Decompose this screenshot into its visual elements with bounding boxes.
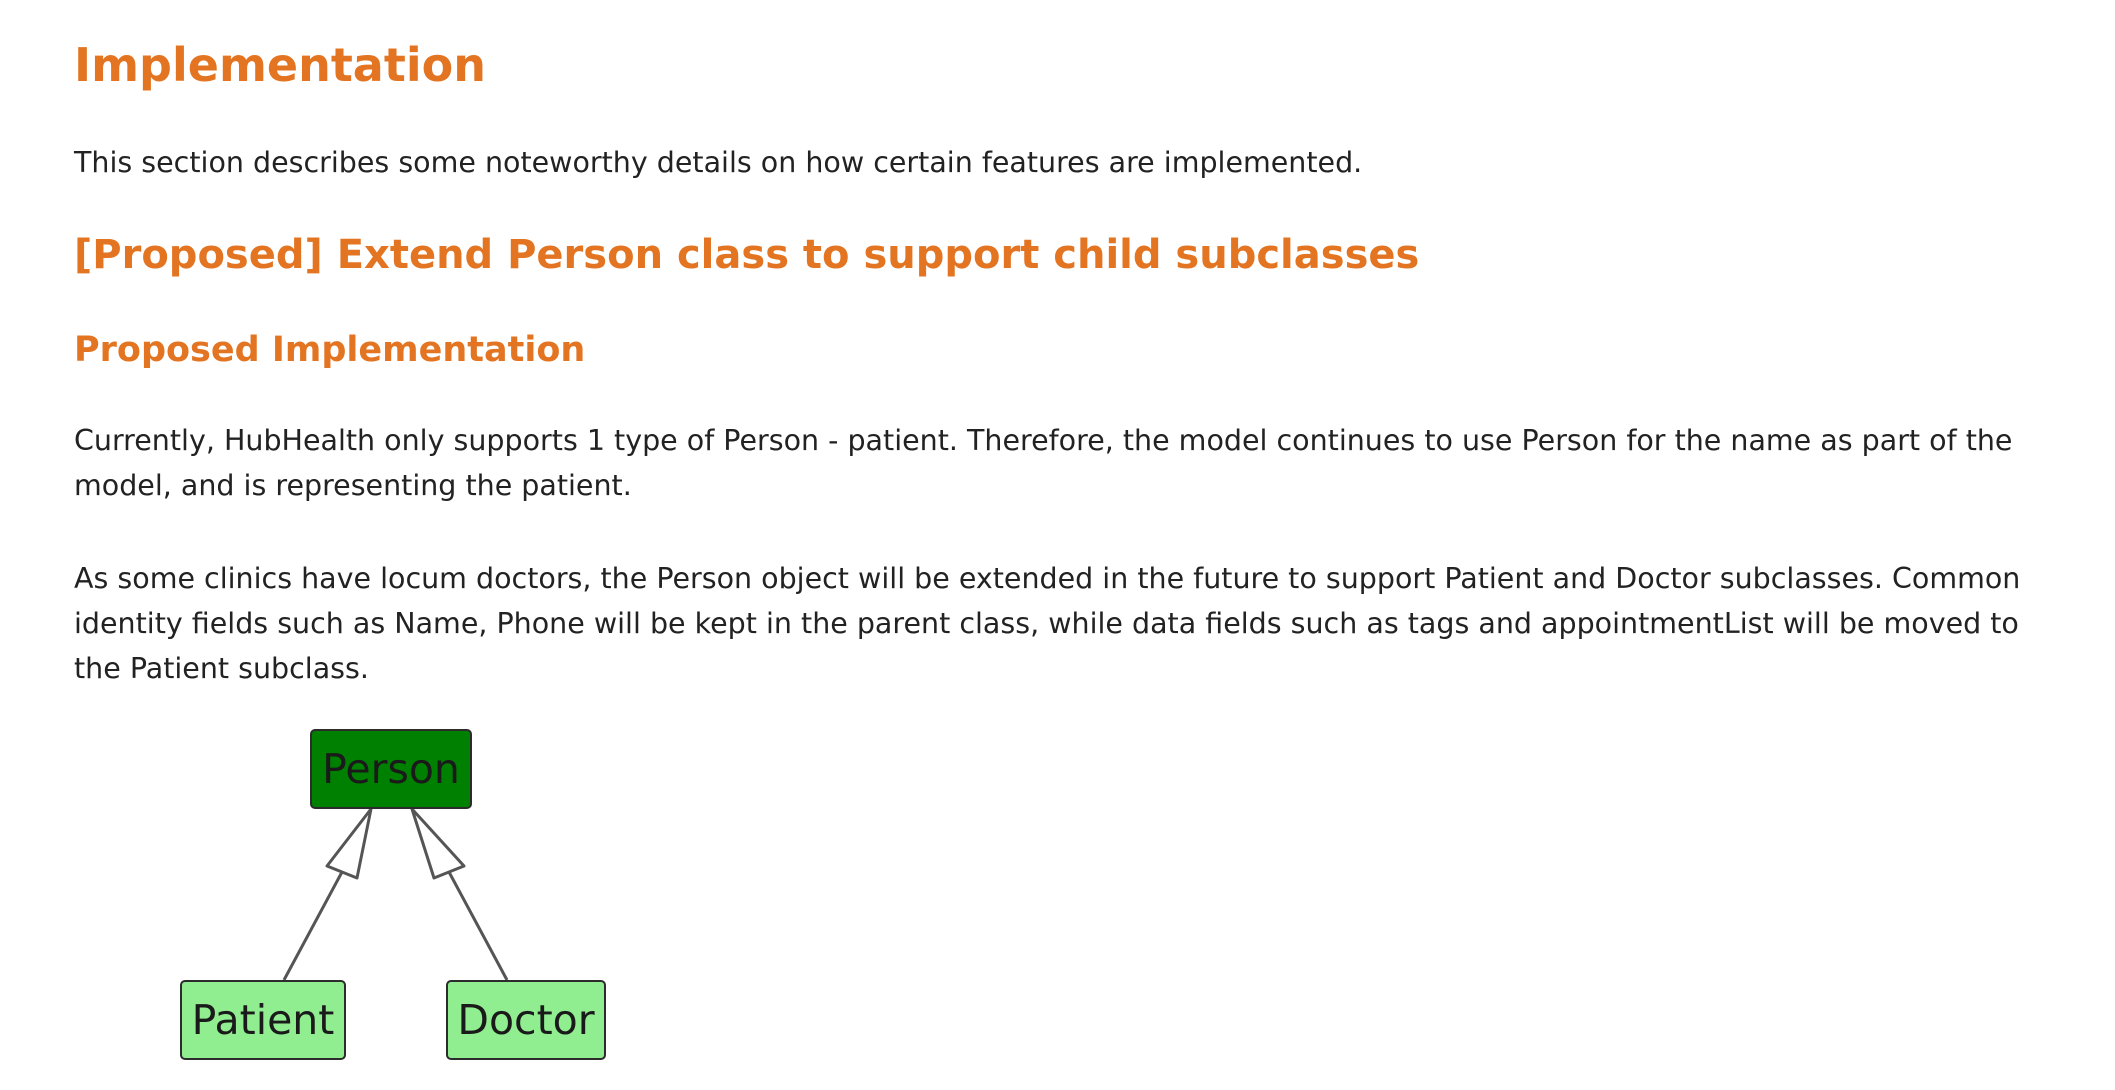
class-box-doctor: Doctor (446, 980, 606, 1060)
class-box-patient: Patient (180, 980, 346, 1060)
heading-implementation: Implementation (74, 38, 486, 92)
inheritance-line-doctor (447, 871, 509, 981)
heading-proposed-feature: [Proposed] Extend Person class to suppor… (74, 232, 1420, 278)
intro-paragraph: This section describes some noteworthy d… (74, 146, 1363, 179)
inheritance-arrowhead-doctor (410, 807, 466, 880)
inheritance-arrowhead-patient (325, 807, 373, 880)
heading-proposed-implementation: Proposed Implementation (74, 330, 586, 370)
inheritance-line-patient (282, 871, 344, 981)
future-paragraph: As some clinics have locum doctors, the … (74, 562, 2021, 685)
class-diagram: Person Patient Doctor (174, 720, 614, 1065)
class-box-person: Person (310, 729, 472, 809)
current-paragraph: Currently, HubHealth only supports 1 typ… (74, 424, 2013, 502)
